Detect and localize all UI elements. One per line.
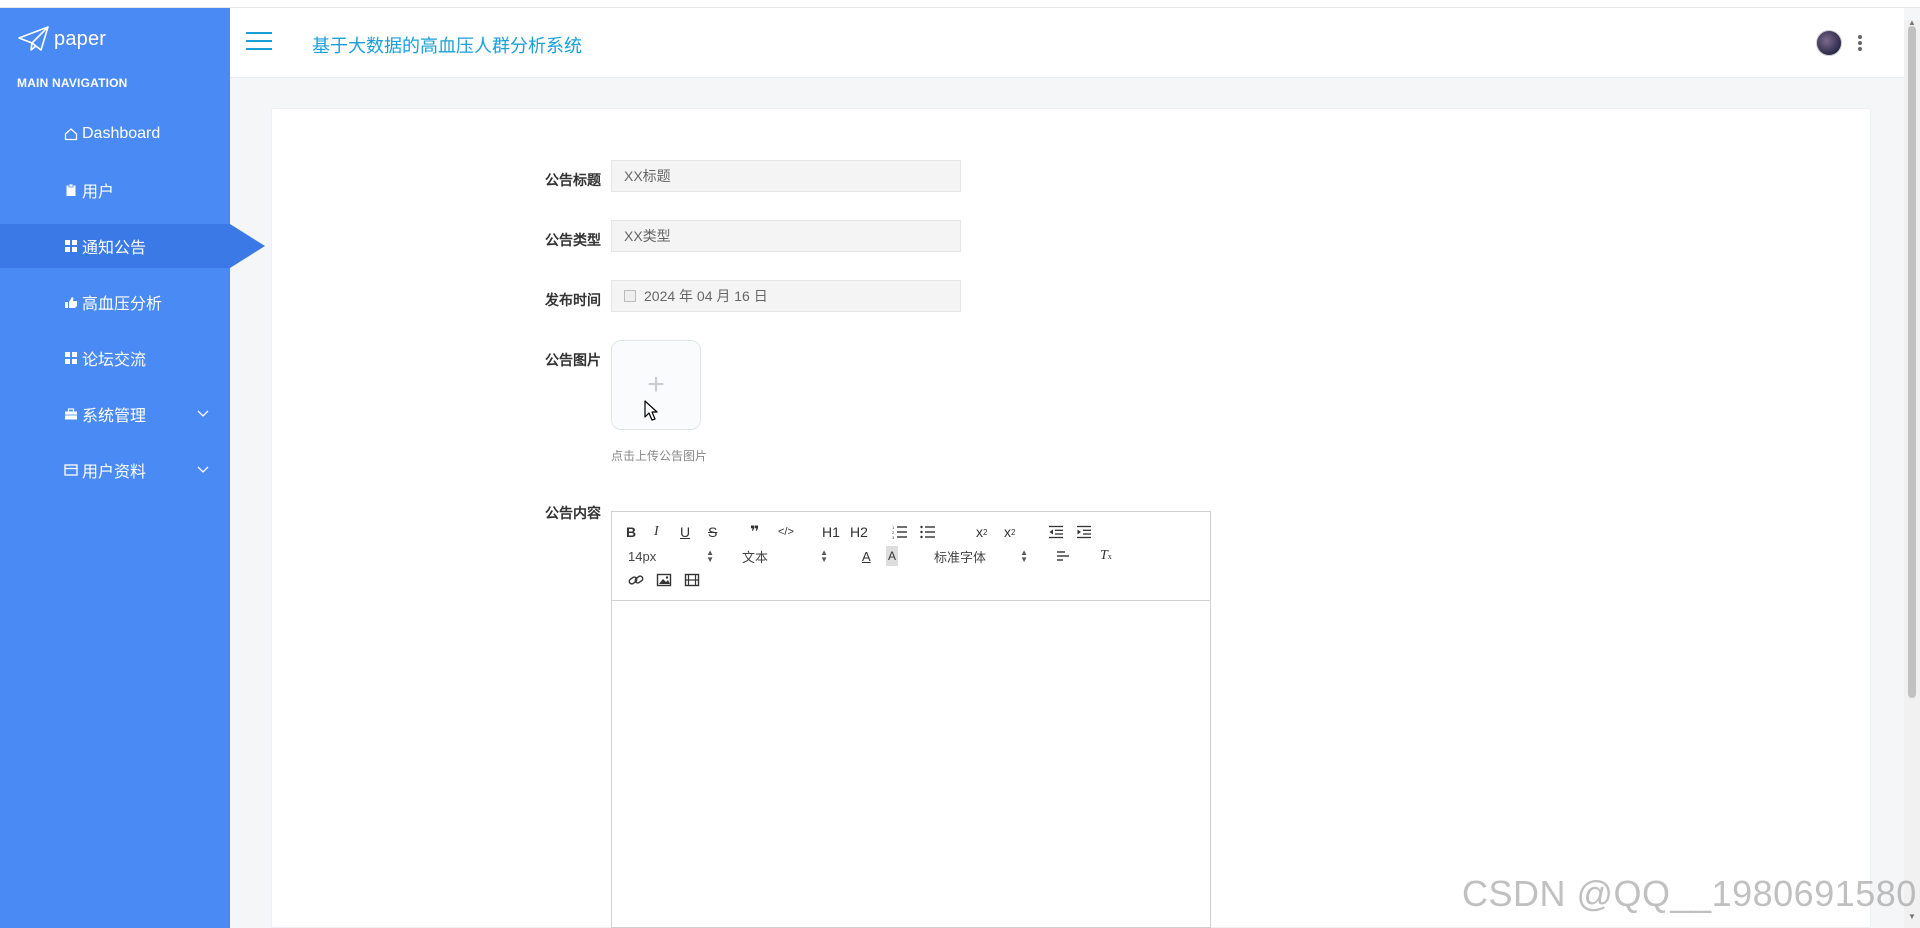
sidebar-item-label: 论坛交流 [82, 352, 147, 369]
heading-1-icon[interactable]: H1 [822, 522, 840, 542]
menu-toggle-icon[interactable] [246, 32, 272, 52]
background-color-icon[interactable]: A [886, 546, 899, 566]
toolbar-row-2: 14px ▲ ▼ 文本 ▲ ▼ A A 标准字体 ▲ ▼ Tx [622, 544, 1200, 568]
home-icon [64, 127, 78, 141]
watermark: CSDN @QQ__1980691580 [1462, 873, 1917, 914]
upload-hint: 点击上传公告图片 [611, 449, 708, 463]
link-icon[interactable] [628, 570, 644, 590]
calendar-icon [624, 290, 636, 302]
align-icon[interactable] [1056, 546, 1072, 566]
card-icon [64, 463, 78, 477]
select-arrows-icon: ▲ ▼ [706, 548, 714, 564]
ordered-list-icon[interactable]: 123 [892, 522, 908, 542]
bullet-list-icon[interactable] [920, 522, 936, 542]
font-family-select[interactable]: 标准字体 ▲ ▼ [934, 546, 1028, 566]
toolbar-row-3 [622, 568, 1200, 592]
sidebar-item-label: 通知公告 [82, 240, 147, 257]
notice-type-input[interactable]: XX类型 [611, 220, 961, 252]
publish-date-label: 发布时间 [545, 292, 601, 308]
grid-icon [64, 239, 78, 253]
sidebar-item-label: 用户 [82, 184, 115, 201]
clear-format-icon[interactable]: Tx [1100, 546, 1112, 566]
sidebar-item-dashboard[interactable]: Dashboard [0, 112, 230, 156]
top-strip [0, 0, 1920, 8]
editor-content-area[interactable] [612, 601, 1210, 927]
notice-title-label: 公告标题 [545, 172, 601, 188]
font-color-icon[interactable]: A [862, 546, 871, 566]
font-family-value: 标准字体 [934, 549, 987, 565]
sidebar-item-forum[interactable]: 论坛交流 [0, 336, 230, 380]
publish-date-value: 2024 年 04 月 16 日 [644, 288, 768, 304]
code-block-icon[interactable]: </> [778, 522, 794, 542]
nav-section-title: MAIN NAVIGATION [17, 76, 128, 90]
notice-image-label: 公告图片 [545, 352, 601, 368]
avatar[interactable] [1816, 30, 1842, 56]
heading-2-icon[interactable]: H2 [850, 522, 868, 542]
sidebar-item-label: Dashboard [82, 125, 161, 142]
blockquote-icon[interactable]: ❞ [750, 522, 759, 542]
video-icon[interactable] [684, 570, 700, 590]
hand-icon [64, 295, 78, 309]
sidebar-item-hypertension-analysis[interactable]: 高血压分析 [0, 280, 230, 324]
font-size-value: 14px [628, 548, 657, 564]
sidebar-item-system-management[interactable]: 系统管理 [0, 392, 230, 436]
rich-text-editor: B I U S ❞ </> H1 H2 123 x2 x2 14px ▲ ▼ 文… [611, 511, 1211, 928]
sidebar-item-label: 系统管理 [82, 408, 147, 425]
sidebar-item-label: 高血压分析 [82, 296, 163, 313]
notice-title-input[interactable]: XX标题 [611, 160, 961, 192]
scrollbar-thumb[interactable] [1908, 26, 1916, 698]
nav-list: Dashboard 用户 通知公告 高血压分析 论坛交流 系统管理 用户资料 [0, 112, 265, 504]
chevron-down-icon[interactable] [196, 406, 210, 420]
notice-title-value: XX标题 [624, 168, 671, 184]
image-icon[interactable] [656, 570, 672, 590]
plus-icon: + [647, 368, 665, 401]
italic-icon[interactable]: I [654, 522, 659, 542]
chevron-down-icon[interactable] [196, 462, 210, 476]
top-header: 基于大数据的高血压人群分析系统 [230, 8, 1904, 78]
outdent-icon[interactable] [1048, 522, 1064, 542]
bold-icon[interactable]: B [626, 522, 636, 542]
select-arrows-icon: ▲ ▼ [1020, 548, 1028, 564]
page-scrollbar[interactable]: ▲ ▼ [1904, 18, 1920, 928]
page-title: 基于大数据的高血压人群分析系统 [312, 36, 582, 56]
font-size-select[interactable]: 14px ▲ ▼ [628, 546, 714, 566]
logo[interactable]: paper [18, 24, 106, 54]
indent-icon[interactable] [1076, 522, 1092, 542]
sidebar-item-label: 用户资料 [82, 464, 147, 481]
more-vertical-icon[interactable] [1855, 32, 1865, 54]
briefcase-icon [64, 407, 78, 421]
sidebar-item-notices[interactable]: 通知公告 [0, 224, 265, 268]
heading-select[interactable]: 文本 ▲ ▼ [742, 546, 828, 566]
toolbar-row-1: B I U S ❞ </> H1 H2 123 x2 x2 [622, 520, 1200, 544]
sidebar-item-users[interactable]: 用户 [0, 168, 230, 212]
mouse-cursor-icon [644, 400, 658, 421]
select-arrows-icon: ▲ ▼ [820, 548, 828, 564]
paper-plane-icon [18, 26, 49, 51]
subscript-icon[interactable]: x2 [976, 522, 987, 542]
editor-toolbar: B I U S ❞ </> H1 H2 123 x2 x2 14px ▲ ▼ 文… [612, 512, 1210, 601]
grid-icon [64, 351, 78, 365]
sidebar-item-user-profile[interactable]: 用户资料 [0, 448, 230, 492]
notice-type-value: XX类型 [624, 228, 671, 244]
superscript-icon[interactable]: x2 [1004, 522, 1015, 542]
underline-icon[interactable]: U [680, 522, 690, 542]
sidebar: paper MAIN NAVIGATION Dashboard 用户 通知公告 [0, 8, 265, 928]
svg-text:3: 3 [892, 535, 895, 539]
notice-type-label: 公告类型 [545, 232, 601, 248]
heading-select-value: 文本 [742, 549, 769, 565]
publish-date-input[interactable]: 2024 年 04 月 16 日 [611, 280, 961, 312]
logo-text: paper [54, 27, 107, 50]
notice-content-label: 公告内容 [545, 505, 601, 521]
clipboard-icon [64, 183, 78, 197]
strikethrough-icon[interactable]: S [708, 522, 717, 542]
